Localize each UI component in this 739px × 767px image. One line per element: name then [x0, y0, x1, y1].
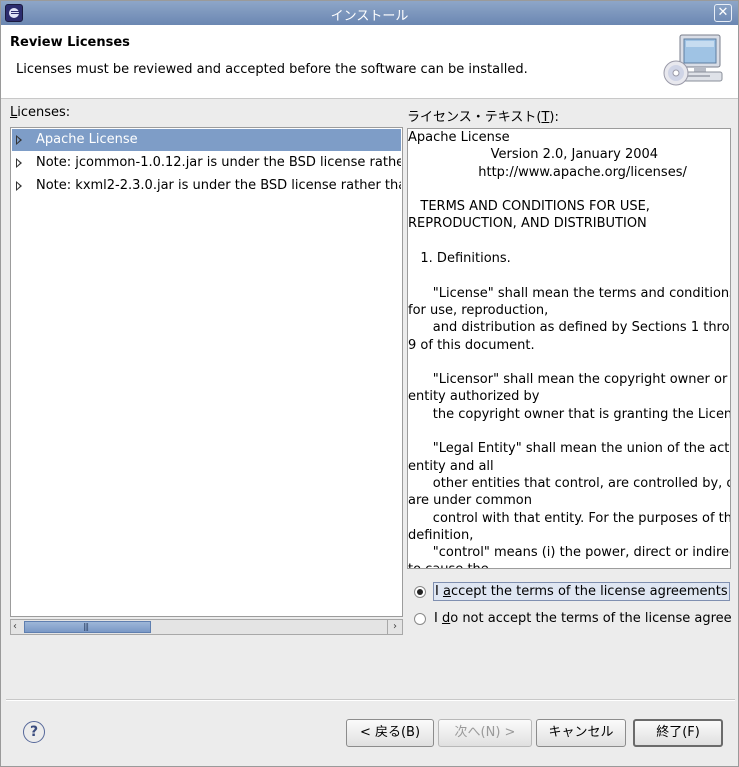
- help-icon: ?: [29, 724, 39, 740]
- wizard-header: Review Licenses Licenses must be reviewe…: [1, 25, 738, 99]
- title-bar[interactable]: インストール ✕: [1, 1, 738, 25]
- accept-label[interactable]: I accept the terms of the license agreem…: [433, 582, 730, 601]
- licenses-tree[interactable]: Apache License Note: jcommon-1.0.12.jar …: [10, 127, 403, 617]
- tree-item-label: Note: jcommon-1.0.12.jar is under the BS…: [36, 155, 401, 170]
- next-button[interactable]: 次へ(N) >: [438, 719, 532, 747]
- acceptance-group: I accept the terms of the license agreem…: [407, 579, 731, 629]
- license-text-label: ライセンス・テキスト(T):: [407, 110, 559, 125]
- close-button[interactable]: ✕: [714, 4, 732, 22]
- help-button[interactable]: ?: [23, 721, 45, 743]
- license-text-area[interactable]: Apache License Version 2.0, January 2004…: [407, 128, 731, 569]
- tree-item-label: Note: kxml2-2.3.0.jar is under the BSD l…: [36, 178, 401, 193]
- tree-item-kxml2-note[interactable]: Note: kxml2-2.3.0.jar is under the BSD l…: [12, 175, 401, 197]
- grip-icon: |||: [83, 622, 89, 631]
- install-dialog: インストール ✕ Review Licenses Licenses must b…: [0, 0, 739, 767]
- tree-item-apache-license[interactable]: Apache License: [12, 129, 401, 151]
- page-description: Licenses must be reviewed and accepted b…: [16, 62, 528, 77]
- page-title: Review Licenses: [10, 35, 130, 50]
- cancel-button[interactable]: キャンセル: [536, 719, 626, 747]
- horizontal-scrollbar[interactable]: ‹ ||| ›: [10, 619, 403, 635]
- scroll-right-icon[interactable]: ›: [387, 620, 402, 634]
- close-icon: ✕: [717, 5, 729, 20]
- separator: [6, 699, 735, 701]
- licenses-label: Licenses:: [10, 105, 71, 120]
- expand-arrow-icon[interactable]: [16, 135, 22, 145]
- tree-item-label: Apache License: [36, 132, 138, 147]
- computer-install-icon: [663, 34, 723, 86]
- decline-label[interactable]: I do not accept the terms of the license…: [433, 610, 731, 627]
- tree-item-jcommon-note[interactable]: Note: jcommon-1.0.12.jar is under the BS…: [12, 152, 401, 174]
- radio-unselected-icon[interactable]: [414, 613, 426, 625]
- license-text-content: Apache License Version 2.0, January 2004…: [408, 130, 731, 568]
- back-button[interactable]: < 戻る(B): [346, 719, 434, 747]
- finish-button[interactable]: 終了(F): [633, 719, 723, 747]
- radio-selected-icon[interactable]: [414, 586, 426, 598]
- window-title: インストール: [330, 9, 409, 24]
- expand-arrow-icon[interactable]: [16, 158, 22, 168]
- scrollbar-thumb[interactable]: |||: [24, 621, 151, 633]
- expand-arrow-icon[interactable]: [16, 181, 22, 191]
